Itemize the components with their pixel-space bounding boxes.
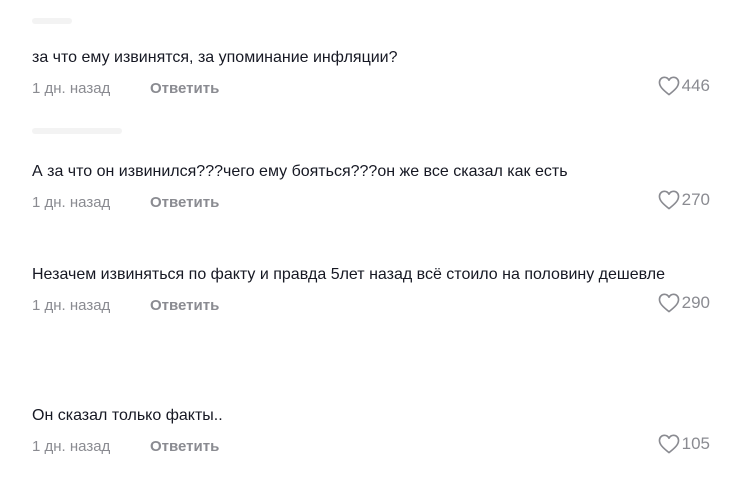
cropped-username-1 bbox=[32, 18, 72, 24]
like-count: 290 bbox=[681, 293, 710, 312]
comment-meta: 1 дн. назад Ответить 105 bbox=[32, 434, 712, 462]
comment-timestamp: 1 дн. назад bbox=[32, 194, 111, 211]
comment-text: за что ему извинятся, за упоминание инфл… bbox=[32, 49, 398, 66]
like-count: 446 bbox=[681, 76, 710, 95]
heart-icon bbox=[658, 293, 680, 313]
like-count: 270 bbox=[681, 190, 710, 209]
heart-icon bbox=[658, 190, 680, 210]
heart-icon bbox=[658, 434, 680, 454]
like-button[interactable]: 446 bbox=[658, 76, 710, 96]
reply-button[interactable]: Ответить bbox=[150, 80, 219, 97]
comment-timestamp: 1 дн. назад bbox=[32, 438, 111, 455]
heart-icon bbox=[658, 76, 680, 96]
comment-text: Он сказал только факты.. bbox=[32, 407, 223, 424]
comment-item: Он сказал только факты.. 1 дн. назад Отв… bbox=[32, 403, 712, 462]
reply-button[interactable]: Ответить bbox=[150, 438, 219, 455]
like-count: 105 bbox=[681, 434, 710, 453]
comment-item: А за что он извинился???чего ему бояться… bbox=[32, 159, 712, 218]
comment-item: за что ему извинятся, за упоминание инфл… bbox=[32, 45, 712, 104]
comment-meta: 1 дн. назад Ответить 446 bbox=[32, 76, 712, 104]
comment-text: А за что он извинился???чего ему бояться… bbox=[32, 163, 568, 180]
comment-text: Незачем извиняться по факту и правда 5ле… bbox=[32, 266, 666, 283]
like-button[interactable]: 270 bbox=[658, 190, 710, 210]
like-button[interactable]: 290 bbox=[658, 293, 710, 313]
comment-meta: 1 дн. назад Ответить 270 bbox=[32, 190, 712, 218]
reply-button[interactable]: Ответить bbox=[150, 194, 219, 211]
cropped-username-2 bbox=[32, 128, 122, 134]
comment-item: Незачем извиняться по факту и правда 5ле… bbox=[32, 262, 712, 321]
comment-timestamp: 1 дн. назад bbox=[32, 80, 111, 97]
reply-button[interactable]: Ответить bbox=[150, 297, 219, 314]
comment-meta: 1 дн. назад Ответить 290 bbox=[32, 293, 712, 321]
like-button[interactable]: 105 bbox=[658, 434, 710, 454]
comment-timestamp: 1 дн. назад bbox=[32, 297, 111, 314]
